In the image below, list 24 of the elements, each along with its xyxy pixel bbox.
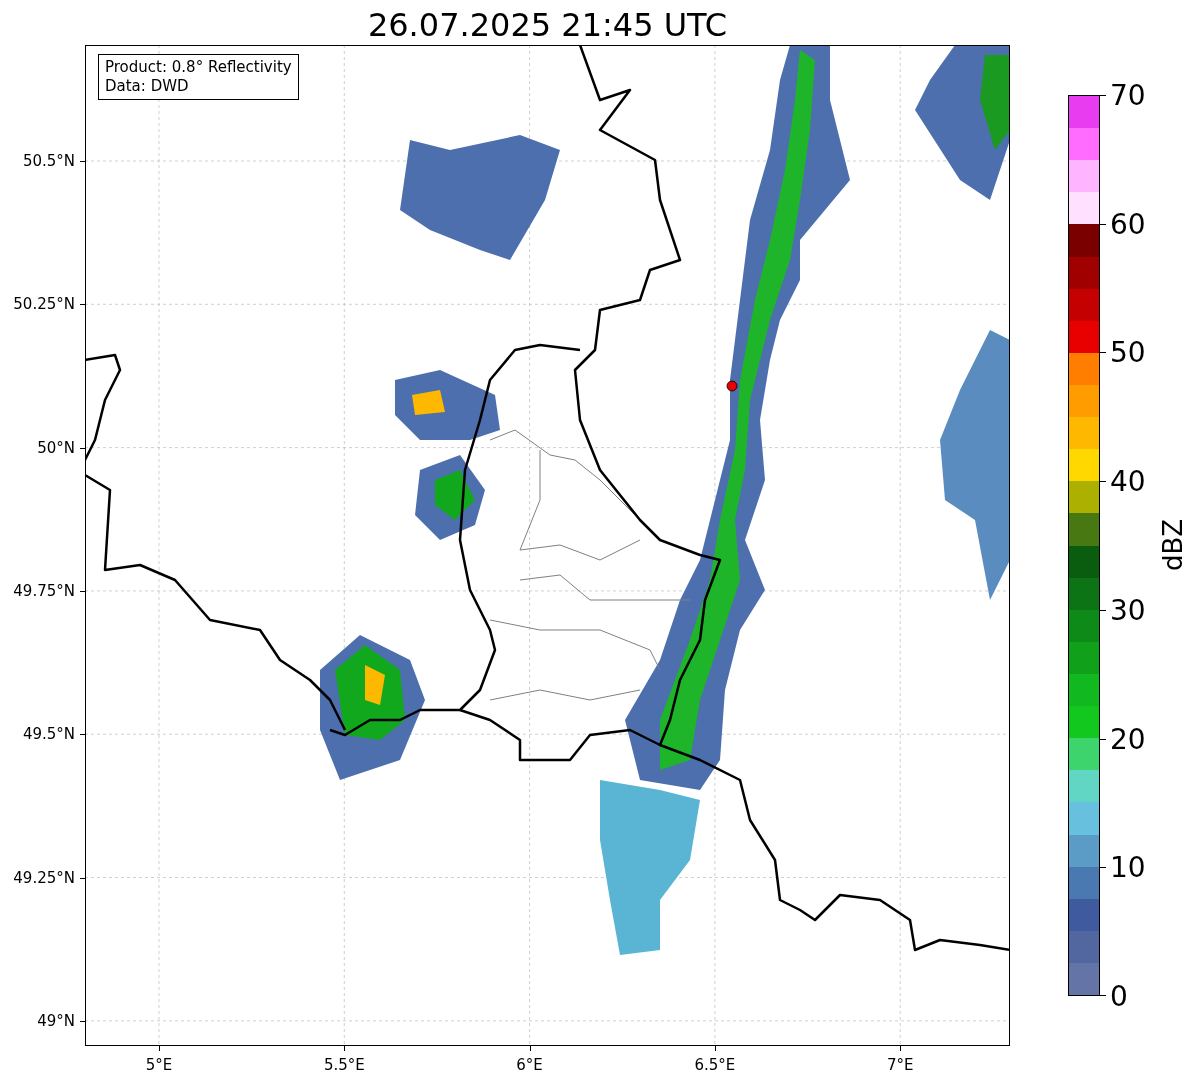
colorbar-tick-label: 40 [1110,464,1146,498]
latitude-label: 50°N [37,438,75,457]
colorbar-tick-label: 70 [1110,78,1146,112]
latitude-label: 49°N [37,1011,75,1030]
colorbar-tick-label: 0 [1110,979,1128,1013]
colorbar-tick-label: 50 [1110,335,1146,369]
latitude-label: 49.5°N [22,725,75,744]
colorbar-tick-label: 20 [1110,722,1146,756]
latitude-label: 49.75°N [13,581,75,600]
longitude-label: 5°E [145,1056,173,1074]
longitude-label: 5.5°E [323,1056,365,1074]
colorbar-tick-label: 60 [1110,207,1146,241]
longitude-label: 7°E [886,1056,914,1074]
colorbar-tick-label: 30 [1110,593,1146,627]
longitude-label: 6.5°E [694,1056,736,1074]
info-text: Data: DWD [105,77,190,96]
latitude-label: 50.5°N [22,152,75,170]
chart-title: 26.07.2025 21:45 UTC [366,5,729,45]
longitude-label: 6°E [516,1056,543,1074]
latitude-label: 50.25°N [13,295,75,314]
info-text: Product: 0.8° Reflectivity [105,58,292,77]
colorbar-tick-label: 10 [1110,850,1146,884]
latitude-label: 49.25°N [13,868,75,887]
colorbar-label: dBZ [1158,518,1188,572]
